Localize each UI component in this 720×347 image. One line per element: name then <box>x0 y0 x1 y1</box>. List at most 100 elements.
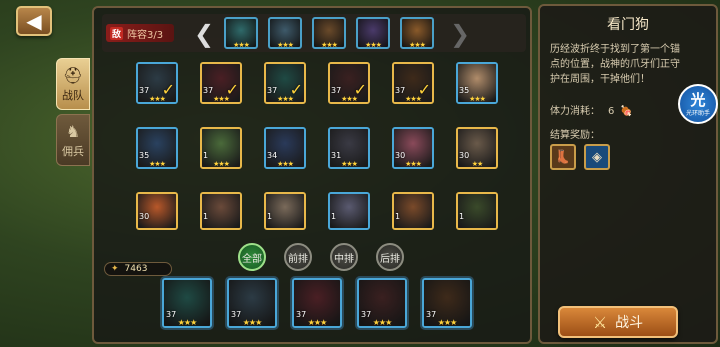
team-slot[interactable]: 37 ★★★ <box>422 278 472 328</box>
filter-button[interactable]: 全部 <box>238 243 266 271</box>
stamina-value: 6 <box>608 106 615 117</box>
team-stars: ★★★ <box>307 318 328 327</box>
tab-mercenary[interactable]: ♞ 佣兵 <box>56 114 90 166</box>
hero-level: 37 <box>267 86 278 95</box>
stage-description: 历经波折终于找到了第一个锚点的位置，战神的爪牙们正守护在周围，干掉他们！ <box>550 44 680 85</box>
back-button[interactable]: ◀ <box>16 6 52 36</box>
hero-card[interactable]: 1 <box>456 192 498 230</box>
hero-card[interactable]: 35 ★★★ <box>136 127 178 169</box>
filter-button[interactable]: 中排 <box>330 243 358 271</box>
hero-card[interactable]: 37 ★★★ ✓ <box>200 62 242 104</box>
enemy-stars: ★★★ <box>321 41 338 49</box>
tab-mercenary-label: 佣兵 <box>62 144 84 158</box>
enemy-portrait[interactable]: ★★★ <box>268 17 302 49</box>
back-arrow-icon: ◀ <box>26 9 42 33</box>
hero-stars: ★★★ <box>405 160 422 168</box>
hero-card[interactable]: 30 ★★ <box>456 127 498 169</box>
boots-icon[interactable]: 👢 <box>550 144 576 170</box>
enemy-stars: ★★★ <box>365 41 382 49</box>
fight-button[interactable]: ⚔ 战斗 <box>558 306 678 338</box>
hero-level: 30 <box>139 212 150 221</box>
prev-lineup-arrow[interactable]: ❮ <box>194 20 214 48</box>
team-stars: ★★★ <box>372 318 393 327</box>
hero-level: 31 <box>331 151 342 160</box>
assistant-badge[interactable]: 光 光环助手 <box>678 84 718 124</box>
hero-portrait <box>330 194 368 228</box>
mercenary-icon: ♞ <box>65 121 81 141</box>
tab-team[interactable]: ⛑ 战队 <box>56 58 90 110</box>
hero-card[interactable]: 37 ★★★ ✓ <box>392 62 434 104</box>
hero-level: 37 <box>203 86 214 95</box>
team-stars: ★★★ <box>242 318 263 327</box>
hero-level: 1 <box>203 212 209 221</box>
hero-level: 1 <box>395 212 401 221</box>
enemy-portrait[interactable]: ★★★ <box>312 17 346 49</box>
enemy-portrait[interactable]: ★★★ <box>356 17 390 49</box>
team-stars: ★★★ <box>437 318 458 327</box>
hero-stars: ★★★ <box>277 160 294 168</box>
hero-portrait <box>266 194 304 228</box>
hero-portrait <box>394 194 432 228</box>
filter-button[interactable]: 后排 <box>376 243 404 271</box>
hero-card[interactable]: 1 <box>328 192 370 230</box>
selected-check-icon: ✓ <box>161 80 175 99</box>
hero-portrait <box>138 194 176 228</box>
selected-check-icon: ✓ <box>289 80 303 99</box>
hero-stars: ★★★ <box>341 160 358 168</box>
enemy-stars: ★★★ <box>233 41 250 49</box>
hero-level: 35 <box>459 86 470 95</box>
hero-portrait <box>202 194 240 228</box>
hero-card[interactable]: 37 ★★★ ✓ <box>264 62 306 104</box>
team-slot[interactable]: 37 ★★★ <box>292 278 342 328</box>
blue-gem-icon[interactable]: ◈ <box>584 144 610 170</box>
fight-label: 战斗 <box>615 315 644 331</box>
hero-card[interactable]: 37 ★★★ ✓ <box>328 62 370 104</box>
hero-card[interactable]: 35 ★★★ <box>456 62 498 104</box>
hero-level: 30 <box>395 151 406 160</box>
hero-card[interactable]: 37 ★★★ ✓ <box>136 62 178 104</box>
next-lineup-arrow[interactable]: ❯ <box>450 20 470 48</box>
enemy-portrait[interactable]: ★★★ <box>400 17 434 49</box>
hero-level: 37 <box>139 86 150 95</box>
hero-level: 1 <box>203 151 209 160</box>
paw-icon: ✦ <box>111 264 119 274</box>
team-slot[interactable]: 37 ★★★ <box>227 278 277 328</box>
hero-card[interactable]: 34 ★★★ <box>264 127 306 169</box>
reward-label: 结算奖励： <box>550 130 600 141</box>
enemy-lineup-bar: 敌 阵容3/3 ❮ ★★★ ★★★ ★★★ ★★★ ★★★ ❯ <box>102 14 526 52</box>
hero-stars: ★★ <box>471 160 484 168</box>
lineup-count: 阵容3/3 <box>127 29 164 41</box>
badge-glyph: 光 <box>690 90 706 109</box>
team-power-value: 7463 <box>124 264 148 274</box>
hero-card[interactable]: 31 ★★★ <box>328 127 370 169</box>
selected-check-icon: ✓ <box>417 80 431 99</box>
crossed-swords-icon: ⚔ <box>592 312 608 332</box>
hero-card[interactable]: 1 <box>392 192 434 230</box>
hero-card[interactable]: 30 ★★★ <box>392 127 434 169</box>
lineup-badge: 敌 阵容3/3 <box>106 24 174 42</box>
enemy-stars: ★★★ <box>277 41 294 49</box>
stamina-cost: 体力消耗： 6 🍖 <box>550 102 633 117</box>
hero-level: 37 <box>395 86 406 95</box>
hero-card[interactable]: 1 <box>264 192 306 230</box>
hero-stars: ★★★ <box>213 160 230 168</box>
team-slot[interactable]: 37 ★★★ <box>162 278 212 328</box>
selected-check-icon: ✓ <box>225 80 239 99</box>
hero-level: 30 <box>459 151 470 160</box>
hero-card[interactable]: 1 <box>200 192 242 230</box>
selected-check-icon: ✓ <box>353 80 367 99</box>
hero-level: 34 <box>267 151 278 160</box>
team-slot[interactable]: 37 ★★★ <box>357 278 407 328</box>
stamina-label: 体力消耗： <box>550 106 600 117</box>
stage-info-panel: 看门狗 历经波折终于找到了第一个锚点的位置，战神的爪牙们正守护在周围，干掉他们！… <box>538 4 718 344</box>
hero-card[interactable]: 1 ★★★ <box>200 127 242 169</box>
helmet-icon: ⛑ <box>62 65 84 85</box>
team-power: ✦ 7463 <box>104 262 172 276</box>
enemy-stars: ★★★ <box>409 41 426 49</box>
enemy-portrait[interactable]: ★★★ <box>224 17 258 49</box>
hero-stars: ★★★ <box>469 95 486 103</box>
filter-button[interactable]: 前排 <box>284 243 312 271</box>
hero-card[interactable]: 30 <box>136 192 178 230</box>
hero-level: 37 <box>331 86 342 95</box>
tab-team-label: 战队 <box>62 88 84 102</box>
